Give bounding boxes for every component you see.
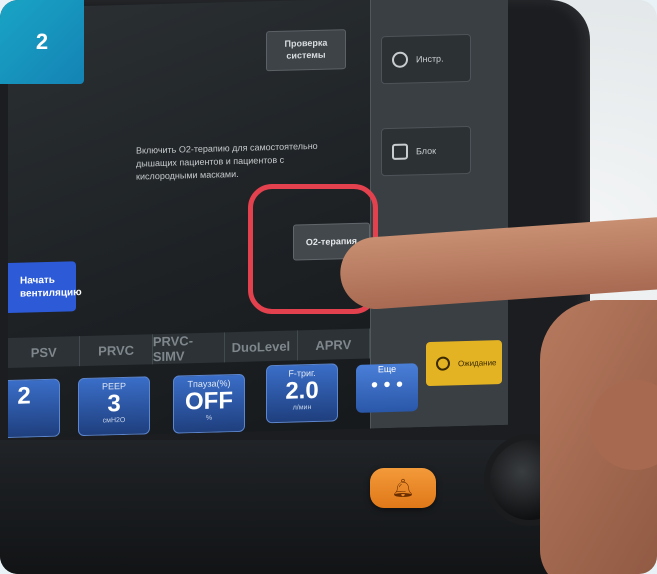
tab-prvc[interactable]: PRVC — [80, 334, 153, 367]
ftrig-button[interactable]: F-триг. 2.0 л/мин — [266, 363, 338, 424]
power-icon — [436, 356, 450, 371]
alarm-silence-button[interactable]: 🔔︎ — [370, 468, 436, 508]
tab-aprv[interactable]: APRV — [297, 328, 371, 361]
tab-psv[interactable]: PSV — [8, 336, 81, 368]
standby-button[interactable]: Ожидание — [426, 340, 502, 387]
tab-prvc-simv[interactable]: PRVC-SIMV — [152, 332, 226, 365]
photo-frame: Проверка системы Включить О2-терапию для… — [0, 0, 657, 574]
o2-therapy-description: Включить О2-терапию для самостоятельно д… — [136, 140, 318, 182]
lock-button[interactable]: Блок — [381, 125, 471, 177]
tab-duolevel[interactable]: DuoLevel — [225, 330, 298, 363]
step-badge: 2 — [0, 0, 84, 84]
bell-icon: 🔔︎ — [391, 477, 415, 498]
param-button[interactable]: 2 — [8, 378, 60, 438]
ftrig-unit: л/мин — [292, 404, 312, 412]
system-check-button[interactable]: Проверка системы — [266, 29, 346, 72]
tpause-button[interactable]: Tпауза(%) OFF % — [173, 373, 245, 434]
parameter-row: 2 PEEP 3 смH2O Tпауза(%) OFF % F-триг. 2… — [8, 358, 458, 438]
standby-label: Ожидание — [458, 357, 497, 368]
peep-button[interactable]: PEEP 3 смH2O — [78, 376, 150, 437]
peep-value: 3 — [107, 390, 121, 418]
more-button[interactable]: Еще • • • — [356, 363, 418, 413]
param-value: 2 — [17, 382, 31, 410]
settings-icon — [392, 51, 408, 68]
start-ventilation-button[interactable]: Начать вентиляцию — [8, 261, 82, 314]
more-label: Еще — [377, 363, 397, 375]
lock-label: Блок — [416, 145, 437, 157]
ftrig-value: 2.0 — [285, 376, 319, 405]
tools-label: Инстр. — [416, 53, 444, 65]
peep-unit: смH2O — [102, 416, 126, 425]
tools-button[interactable]: Инстр. — [381, 33, 471, 85]
tpause-value: OFF — [185, 387, 233, 416]
more-dots-icon: • • • — [370, 373, 404, 397]
unlock-icon — [392, 143, 408, 160]
